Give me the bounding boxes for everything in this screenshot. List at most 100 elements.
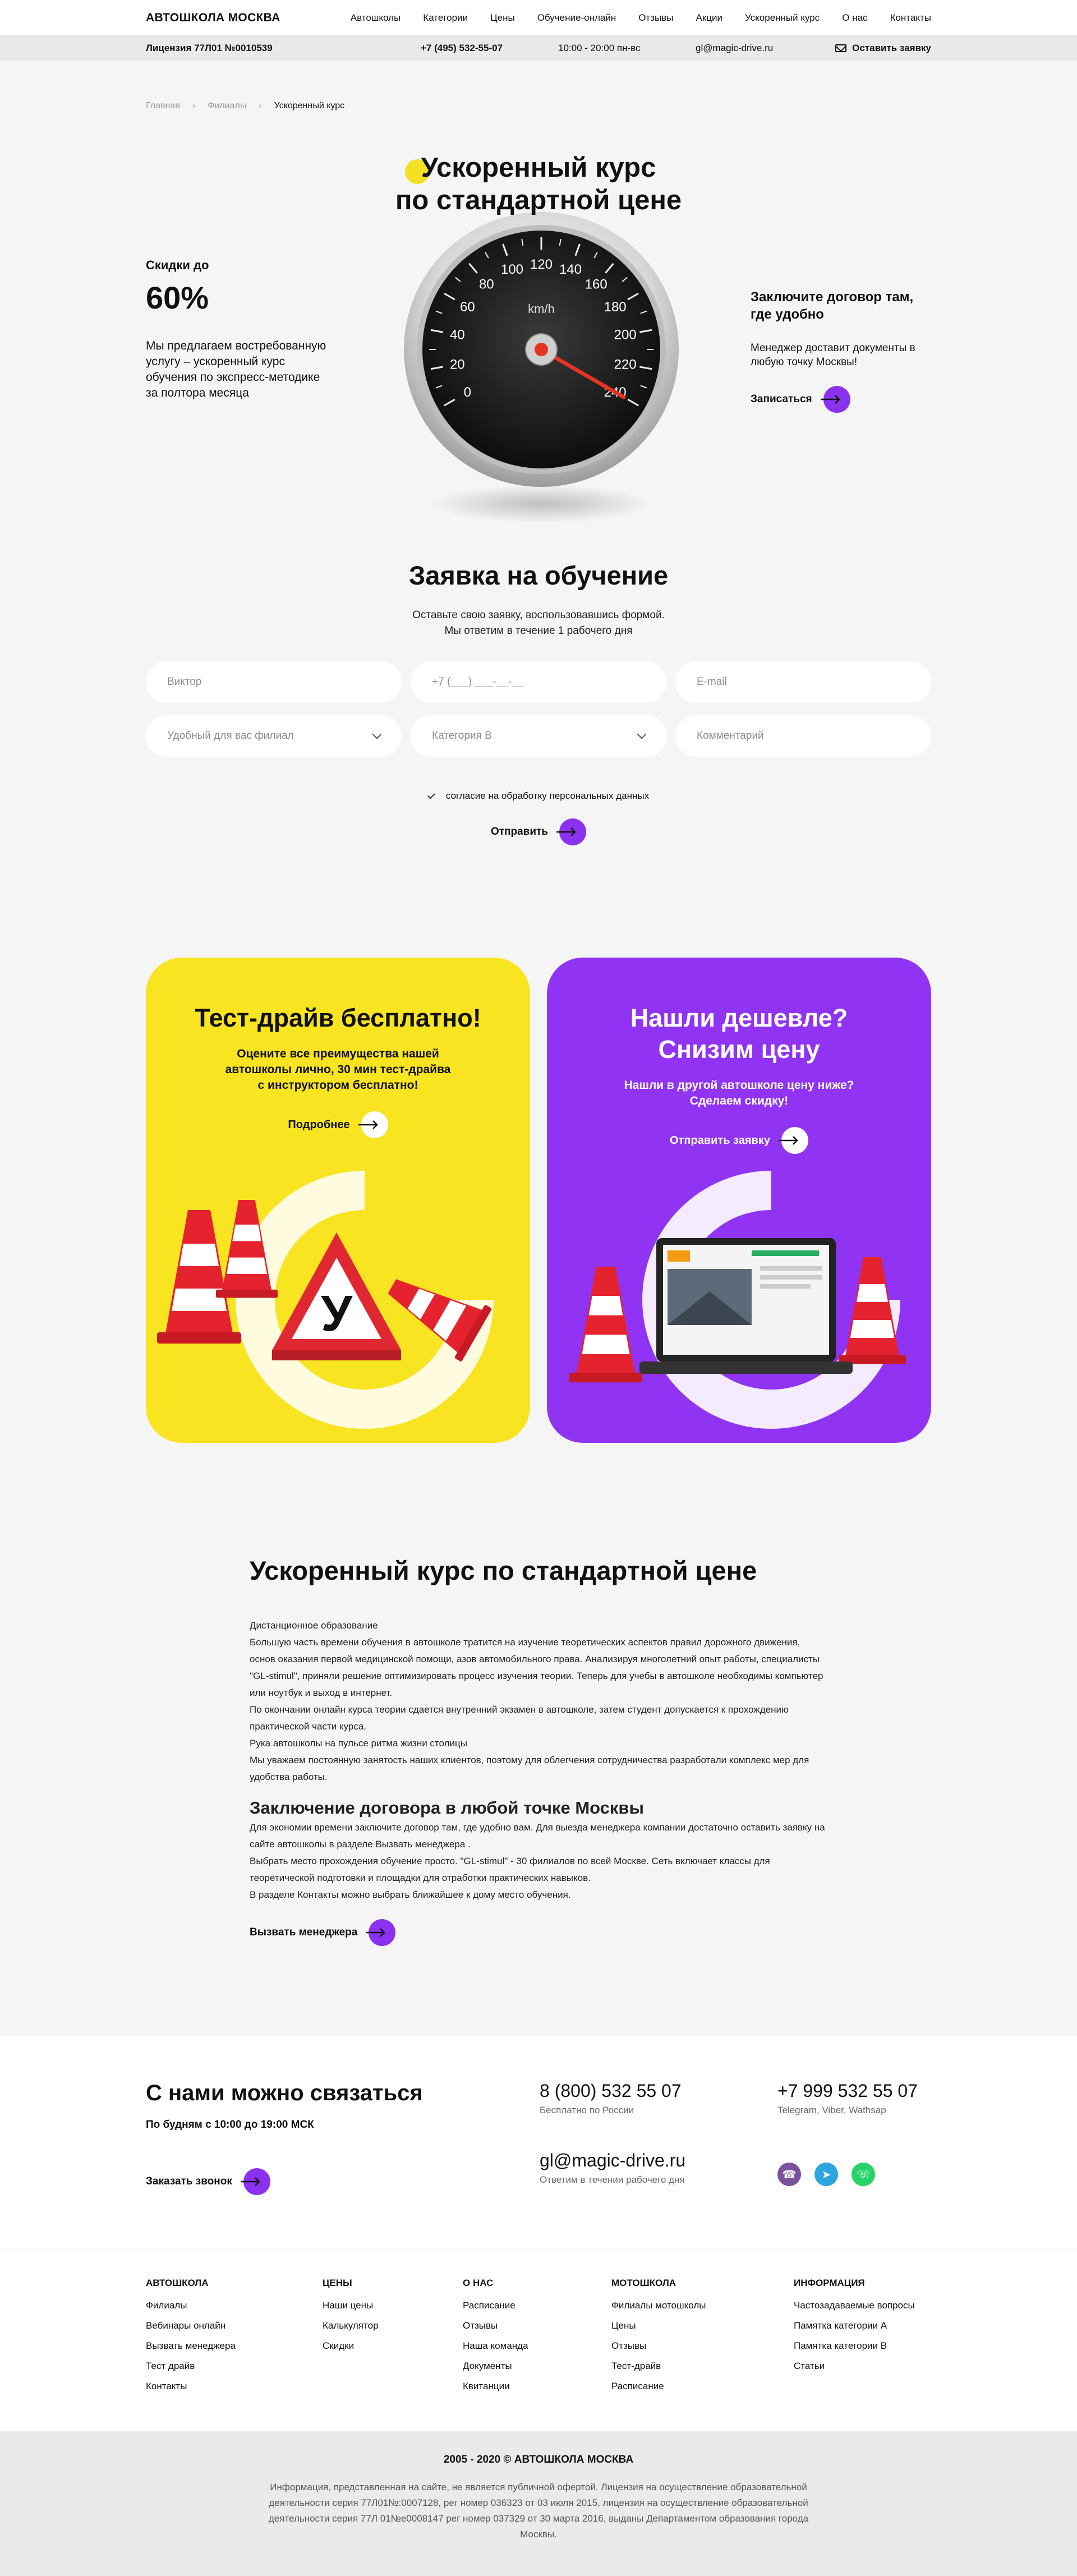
footer-links: АВТОШКОЛА Филиалы Вебинары онлайн Вызвать м… xyxy=(0,2249,1077,2431)
price-match-text: Нашли в другой автошколе цену ниже? Сдел… xyxy=(624,1079,854,1107)
email-input[interactable]: E-mail xyxy=(675,661,931,703)
footer-link[interactable]: Частозадаваемые вопросы xyxy=(794,2300,931,2311)
footer-link[interactable]: Скидки xyxy=(323,2340,463,2352)
contact-phone-1[interactable]: 8 (800) 532 55 07 xyxy=(540,2081,682,2101)
footer-link[interactable]: Контакты xyxy=(146,2381,323,2392)
footer-link[interactable]: Вебинары онлайн xyxy=(146,2320,323,2331)
footer-link[interactable]: Памятка категории А xyxy=(794,2320,931,2331)
menu-item-reviews[interactable]: Отзывы xyxy=(638,12,673,24)
footer-link[interactable]: Квитанции xyxy=(463,2381,611,2392)
signup-button[interactable]: Записаться xyxy=(751,386,936,413)
license-text: Лицензия 77Л01 №0010539 xyxy=(146,43,273,53)
comment-input-placeholder: Комментарий xyxy=(697,730,764,742)
callback-label: Заказать звонок xyxy=(146,2175,232,2187)
footer-link[interactable]: Цены xyxy=(611,2320,794,2331)
category-select[interactable]: Категория B xyxy=(411,715,666,757)
footer-link[interactable]: Наша команда xyxy=(463,2340,611,2352)
article-title: Ускоренный курс по стандартной цене xyxy=(250,1556,757,1585)
traffic-cone-image xyxy=(569,1267,642,1383)
discount-block: Скидки до 60% Мы предлагаем востребованн… xyxy=(146,258,331,401)
footer-link[interactable]: Памятка категории В xyxy=(794,2340,931,2352)
footer-link[interactable]: Филиалы мотошколы xyxy=(611,2300,794,2311)
footer-link[interactable]: Калькулятор xyxy=(323,2320,463,2331)
test-drive-more-label: Подробнее xyxy=(288,1118,350,1131)
menu-item-prices[interactable]: Цены xyxy=(490,12,515,24)
speedometer-image: 020406080100120140160180200220240 km/h xyxy=(404,212,679,523)
footer-link[interactable]: Тест-драйв xyxy=(611,2361,794,2372)
arrow-right-icon xyxy=(778,1127,808,1154)
article-paragraph: По окончании онлайн курса теории сдается… xyxy=(250,1704,789,1732)
logo[interactable]: АВТОШКОЛА МОСКВА xyxy=(146,11,280,25)
footer-column: МОТОШКОЛА Филиалы мотошколы Цены Отзывы Тест… xyxy=(611,2278,794,2392)
telegram-icon[interactable]: ➤ xyxy=(814,2163,838,2186)
name-input[interactable]: Виктор xyxy=(146,661,402,703)
menu-item-promos[interactable]: Акции xyxy=(696,12,722,24)
footer-link[interactable]: Статьи xyxy=(794,2361,931,2372)
call-manager-button[interactable]: Вызвать менеджера xyxy=(250,1919,827,1946)
request-label: Оставить заявку xyxy=(852,43,931,53)
test-drive-title: Тест-драйв бесплатно! xyxy=(195,1004,481,1032)
social-links: ☎ ➤ ☏ xyxy=(777,2163,875,2186)
consent-checkbox[interactable]: согласие на обработку персональных данны… xyxy=(146,790,931,802)
form-fields: Виктор +7 (___) ___-__-__ E-mail Удобный… xyxy=(146,661,931,757)
branch-select[interactable]: Удобный для вас филиал xyxy=(146,715,402,757)
menu-item-about[interactable]: О нас xyxy=(842,12,867,24)
footer-column: ЦЕНЫ Наши цены Калькулятор Скидки xyxy=(323,2278,463,2392)
header-email[interactable]: gl@magic-drive.ru xyxy=(696,43,785,54)
test-drive-more-button[interactable]: Подробнее xyxy=(288,1111,388,1138)
whatsapp-icon[interactable]: ☏ xyxy=(852,2163,875,2186)
comment-input[interactable]: Комментарий xyxy=(675,715,931,757)
mail-icon xyxy=(835,44,847,52)
chevron-right-icon: › xyxy=(259,101,262,111)
footer-link[interactable]: Вызвать менеджера xyxy=(146,2340,323,2352)
application-form-section: Заявка на обучение Оставьте свою заявку,… xyxy=(146,560,931,845)
header-phone[interactable]: +7 (495) 532-55-07 xyxy=(421,43,558,54)
contract-description: Менеджер доставит документы в любую точк… xyxy=(751,342,915,368)
callback-button[interactable]: Заказать звонок xyxy=(146,2168,270,2195)
speedometer-tick-label: 20 xyxy=(450,357,465,372)
price-match-card: Нашли дешевле? Снизим цену Нашли в друго… xyxy=(547,958,931,1443)
breadcrumb-branches[interactable]: Филиалы xyxy=(208,101,246,111)
article-paragraph: В разделе Контакты можно выбрать ближайш… xyxy=(250,1889,571,1900)
phone-input-placeholder: +7 (___) ___-__-__ xyxy=(432,676,524,688)
footer-column: АВТОШКОЛА Филиалы Вебинары онлайн Вызвать м… xyxy=(146,2278,323,2392)
footer-link[interactable]: Отзывы xyxy=(611,2340,794,2352)
request-button[interactable]: Оставить заявку xyxy=(835,43,931,54)
speedometer-tick-label: 0 xyxy=(464,385,471,400)
footer-link[interactable]: Расписание xyxy=(611,2381,794,2392)
footer-bottom: 2005 - 2020 © АВТОШКОЛА МОСКВА Информаци… xyxy=(0,2431,1077,2576)
speedometer-tick-label: 120 xyxy=(530,257,553,272)
phone-input[interactable]: +7 (___) ___-__-__ xyxy=(411,661,666,703)
price-match-request-button[interactable]: Отправить заявку xyxy=(670,1127,808,1154)
speedometer-tick-label: 160 xyxy=(585,277,607,292)
footer-link[interactable]: Расписание xyxy=(463,2300,611,2311)
footer-column: О НАС Расписание Отзывы Наша команда Докумен… xyxy=(463,2278,611,2392)
footer-link[interactable]: Наши цены xyxy=(323,2300,463,2311)
speedometer-tick-label: 180 xyxy=(604,300,627,315)
footer-link[interactable]: Филиалы xyxy=(146,2300,323,2311)
price-match-title: Нашли дешевле? Снизим цену xyxy=(547,1002,931,1065)
price-match-title-line1: Нашли дешевле? xyxy=(630,1004,848,1032)
contact-phone-2-note: Telegram, Viber, Wathsap xyxy=(777,2105,886,2115)
article-subtitle: Заключение договора в любой точке Москвы xyxy=(250,1798,644,1818)
menu-item-schools[interactable]: Автошколы xyxy=(351,12,401,24)
article-paragraph: Мы уважаем постоянную занятость наших кл… xyxy=(250,1755,809,1782)
footer-link[interactable]: Документы xyxy=(463,2361,611,2372)
article-paragraph: Для экономии времени заключите договор т… xyxy=(250,1822,825,1850)
menu-item-online[interactable]: Обучение-онлайн xyxy=(537,12,616,24)
menu-item-contacts[interactable]: Контакты xyxy=(890,12,931,24)
breadcrumb-home[interactable]: Главная xyxy=(146,101,180,111)
viber-icon[interactable]: ☎ xyxy=(777,2163,801,2186)
chevron-down-icon xyxy=(637,729,647,739)
footer-link[interactable]: Отзывы xyxy=(463,2320,611,2331)
copyright: 2005 - 2020 © АВТОШКОЛА МОСКВА xyxy=(443,2454,634,2465)
menu-item-express[interactable]: Ускоренный курс xyxy=(745,12,820,24)
promo-cards: Тест-драйв бесплатно! Оцените все преиму… xyxy=(146,958,931,1443)
submit-button[interactable]: Отправить xyxy=(491,818,587,845)
footer-link[interactable]: Тест драйв xyxy=(146,2361,323,2372)
menu-item-categories[interactable]: Категории xyxy=(423,12,468,24)
contact-phone-2[interactable]: +7 999 532 55 07 xyxy=(777,2081,918,2101)
contact-email[interactable]: gl@magic-drive.ru xyxy=(540,2150,685,2171)
article-body: Дистанционное образование Большую часть … xyxy=(250,1617,827,1903)
speedometer-tick-label: 220 xyxy=(614,357,637,372)
